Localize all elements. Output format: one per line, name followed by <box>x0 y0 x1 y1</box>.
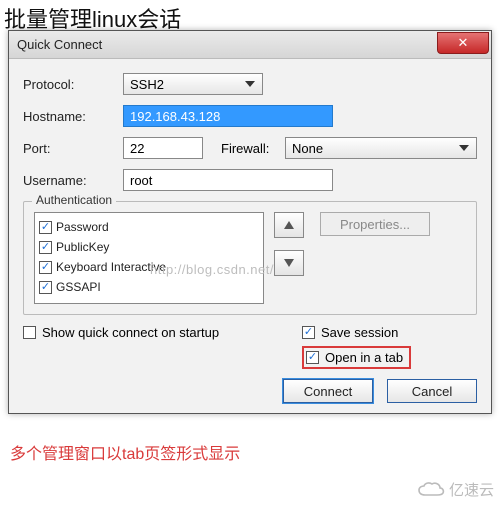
properties-label: Properties... <box>340 217 410 232</box>
quick-connect-dialog: Quick Connect ✕ Protocol: SSH2 Hostname:… <box>8 30 492 414</box>
titlebar: Quick Connect ✕ <box>9 31 491 59</box>
cancel-button[interactable]: Cancel <box>387 379 477 403</box>
connect-label: Connect <box>304 384 352 399</box>
move-up-button[interactable] <box>274 212 304 238</box>
chevron-down-icon <box>242 76 258 92</box>
port-input[interactable]: 22 <box>123 137 203 159</box>
hostname-label: Hostname: <box>23 109 123 124</box>
auth-item-keyboard[interactable]: Keyboard Interactive <box>39 257 259 277</box>
protocol-dropdown[interactable]: SSH2 <box>123 73 263 95</box>
close-icon: ✕ <box>458 35 469 51</box>
firewall-label: Firewall: <box>221 141 285 156</box>
triangle-up-icon <box>284 221 294 229</box>
bottom-options: Show quick connect on startup Save sessi… <box>23 325 477 403</box>
properties-button: Properties... <box>320 212 430 236</box>
authentication-group: Authentication Password PublicKey Keyboa… <box>23 201 477 315</box>
username-input[interactable]: root <box>123 169 333 191</box>
auth-item-label: Password <box>56 220 109 234</box>
open-in-tab-label: Open in a tab <box>325 350 403 365</box>
open-in-tab-option[interactable]: Open in a tab <box>306 350 403 365</box>
show-on-startup-label: Show quick connect on startup <box>42 325 219 340</box>
checkbox-icon[interactable] <box>302 326 315 339</box>
show-on-startup-option[interactable]: Show quick connect on startup <box>23 325 302 340</box>
auth-item-label: GSSAPI <box>56 280 101 294</box>
move-down-button[interactable] <box>274 250 304 276</box>
dialog-body: Protocol: SSH2 Hostname: 192.168.43.128 … <box>9 59 491 413</box>
username-label: Username: <box>23 173 123 188</box>
save-session-option[interactable]: Save session <box>302 325 477 340</box>
close-button[interactable]: ✕ <box>437 32 489 54</box>
triangle-down-icon <box>284 259 294 267</box>
cancel-label: Cancel <box>412 384 452 399</box>
auth-list[interactable]: Password PublicKey Keyboard Interactive … <box>34 212 264 304</box>
chevron-down-icon <box>456 140 472 156</box>
port-label: Port: <box>23 141 123 156</box>
connect-button[interactable]: Connect <box>283 379 373 403</box>
cloud-icon <box>417 481 445 499</box>
protocol-value: SSH2 <box>130 77 164 92</box>
checkbox-icon[interactable] <box>39 281 52 294</box>
username-value: root <box>130 173 152 188</box>
checkbox-icon[interactable] <box>39 221 52 234</box>
auth-item-password[interactable]: Password <box>39 217 259 237</box>
authentication-legend: Authentication <box>32 193 116 207</box>
dialog-title: Quick Connect <box>17 37 102 52</box>
logo-text: 亿速云 <box>449 479 494 500</box>
hostname-value: 192.168.43.128 <box>130 109 220 124</box>
auth-item-publickey[interactable]: PublicKey <box>39 237 259 257</box>
firewall-value: None <box>292 141 323 156</box>
checkbox-icon[interactable] <box>39 261 52 274</box>
save-session-label: Save session <box>321 325 398 340</box>
annotation-text: 多个管理窗口以tab页签形式显示 <box>10 440 240 464</box>
checkbox-icon[interactable] <box>306 351 319 364</box>
hostname-input[interactable]: 192.168.43.128 <box>123 105 333 127</box>
auth-item-gssapi[interactable]: GSSAPI <box>39 277 259 297</box>
open-in-tab-highlight: Open in a tab <box>302 346 411 369</box>
protocol-label: Protocol: <box>23 77 123 92</box>
auth-item-label: PublicKey <box>56 240 109 254</box>
checkbox-icon[interactable] <box>23 326 36 339</box>
auth-item-label: Keyboard Interactive <box>56 260 166 274</box>
port-value: 22 <box>130 141 144 156</box>
checkbox-icon[interactable] <box>39 241 52 254</box>
firewall-dropdown[interactable]: None <box>285 137 477 159</box>
site-logo: 亿速云 <box>417 479 494 500</box>
